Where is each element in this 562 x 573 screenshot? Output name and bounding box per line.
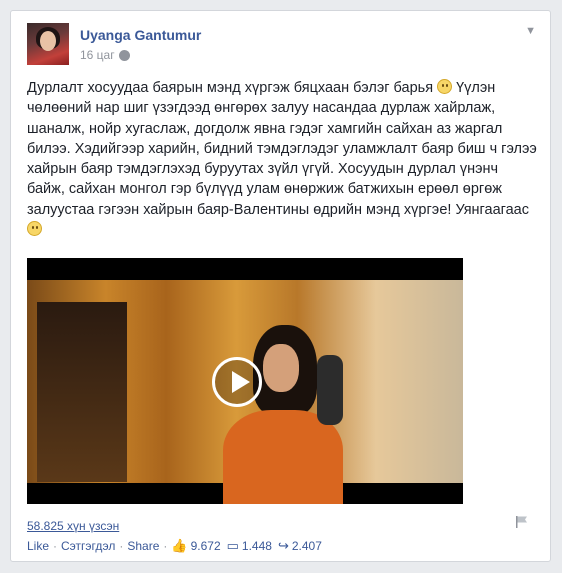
chevron-down-icon[interactable]: ▼ bbox=[525, 25, 536, 37]
flag-icon[interactable] bbox=[515, 515, 529, 529]
like-button[interactable]: Like bbox=[27, 539, 49, 553]
share-button[interactable]: Share bbox=[127, 539, 159, 553]
separator: · bbox=[119, 539, 124, 553]
comment-button[interactable]: Сэтгэгдэл bbox=[61, 539, 115, 553]
share-icon[interactable]: ↪ bbox=[278, 538, 289, 554]
smiley-emoji bbox=[437, 79, 453, 94]
avatar[interactable] bbox=[27, 23, 69, 65]
likes-count[interactable]: 9.672 bbox=[191, 539, 221, 553]
post-meta: 16 цаг bbox=[80, 48, 130, 62]
smiley-emoji bbox=[27, 221, 42, 237]
like-icon[interactable]: 👍 bbox=[171, 538, 187, 554]
post-card: Uyanga Gantumur 16 цаг ▼ Дурлалт хосууда… bbox=[10, 10, 551, 562]
separator: · bbox=[163, 539, 168, 553]
studio-panel bbox=[37, 302, 127, 482]
post-text-part-2: Үүлэн чөлөөний нар шиг үзэгдээд өнгөрөх … bbox=[27, 80, 537, 218]
avatar-face bbox=[40, 31, 56, 51]
post-text-part-1: Дурлалт хосуудаа баярын мэнд хүргэж бяцх… bbox=[27, 80, 438, 96]
view-count[interactable]: 58.825 хүн үзсэн bbox=[27, 519, 119, 533]
author-name[interactable]: Uyanga Gantumur bbox=[80, 27, 201, 43]
globe-icon bbox=[118, 49, 130, 61]
play-icon[interactable] bbox=[212, 357, 262, 407]
comments-count[interactable]: 1.448 bbox=[242, 539, 272, 553]
action-bar: Like · Сэтгэгдэл · Share · 👍 9.672 ▭ 1.4… bbox=[27, 538, 328, 554]
comment-icon[interactable]: ▭ bbox=[227, 538, 239, 554]
microphone bbox=[317, 355, 343, 425]
shares-count[interactable]: 2.407 bbox=[292, 539, 322, 553]
post-time[interactable]: 16 цаг bbox=[80, 48, 115, 62]
post-text: Дурлалт хосуудаа баярын мэнд хүргэж бяцх… bbox=[27, 78, 537, 240]
singer-face bbox=[263, 344, 299, 392]
separator: · bbox=[53, 539, 58, 553]
video-player[interactable] bbox=[27, 258, 463, 504]
